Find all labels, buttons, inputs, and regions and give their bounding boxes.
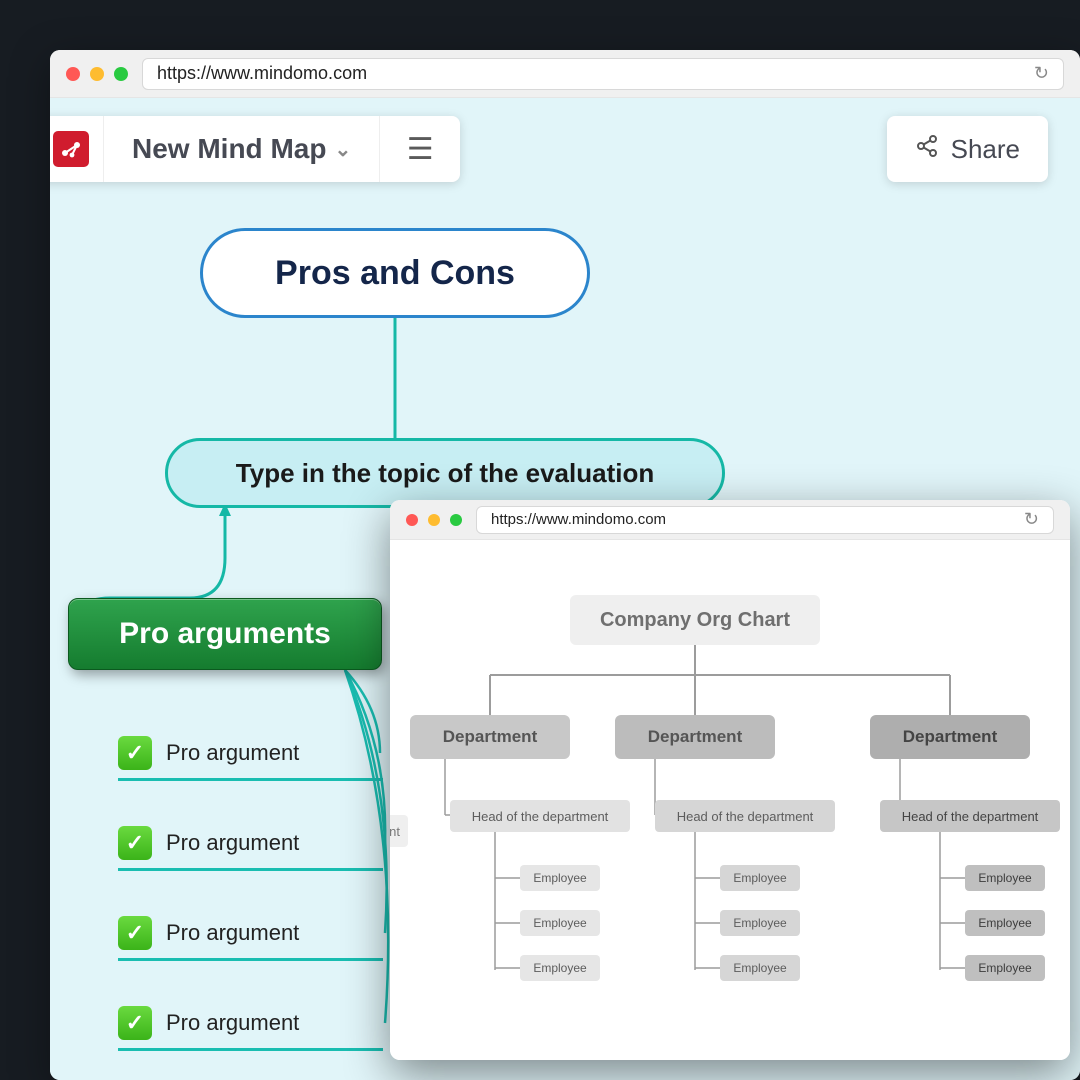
app-logo[interactable]: [50, 116, 104, 182]
employee-node[interactable]: Employee: [720, 910, 800, 936]
mindmap-root-node[interactable]: Pros and Cons: [200, 228, 590, 318]
menu-button[interactable]: ☰: [380, 116, 460, 182]
refresh-icon[interactable]: ↻: [1024, 509, 1039, 530]
pro-argument-text: Pro argument: [166, 1010, 299, 1036]
minimize-window-button[interactable]: [90, 67, 104, 81]
document-title: New Mind Map: [132, 133, 326, 165]
department-node[interactable]: Department: [615, 715, 775, 759]
share-button[interactable]: Share: [887, 116, 1048, 182]
minimize-window-button[interactable]: [428, 514, 440, 526]
pro-argument-item[interactable]: ✓ Pro argument: [118, 820, 383, 871]
employee-node[interactable]: Employee: [720, 865, 800, 891]
department-node[interactable]: Department: [410, 715, 570, 759]
department-node[interactable]: Department: [870, 715, 1030, 759]
pro-argument-item[interactable]: ✓ Pro argument: [118, 730, 383, 781]
check-icon: ✓: [118, 826, 152, 860]
orgchart-root-node[interactable]: Company Org Chart: [570, 595, 820, 645]
secondary-browser-chrome: https://www.mindomo.com ↻: [390, 500, 1070, 540]
traffic-lights: [406, 514, 462, 526]
employee-node[interactable]: Employee: [520, 910, 600, 936]
secondary-browser-window: https://www.mindomo.com ↻: [390, 500, 1070, 1060]
employee-node[interactable]: Employee: [520, 955, 600, 981]
head-of-department-node[interactable]: Head of the department: [655, 800, 835, 832]
share-icon: [915, 134, 939, 165]
address-bar[interactable]: https://www.mindomo.com ↻: [142, 58, 1064, 90]
maximize-window-button[interactable]: [450, 514, 462, 526]
head-of-department-node[interactable]: Head of the department: [450, 800, 630, 832]
employee-node[interactable]: Employee: [965, 865, 1045, 891]
pro-argument-text: Pro argument: [166, 740, 299, 766]
close-window-button[interactable]: [66, 67, 80, 81]
check-icon: ✓: [118, 736, 152, 770]
mindmap-topic-node[interactable]: Type in the topic of the evaluation: [165, 438, 725, 508]
employee-node[interactable]: Employee: [520, 865, 600, 891]
head-of-department-node[interactable]: Head of the department: [880, 800, 1060, 832]
check-icon: ✓: [118, 1006, 152, 1040]
app-toolbar: New Mind Map ⌄ ☰: [50, 116, 460, 182]
cropped-head-node: nt: [390, 815, 408, 847]
document-title-dropdown[interactable]: New Mind Map ⌄: [104, 116, 380, 182]
url-text: https://www.mindomo.com: [491, 511, 666, 528]
chevron-down-icon: ⌄: [334, 137, 351, 162]
pro-argument-text: Pro argument: [166, 920, 299, 946]
employee-node[interactable]: Employee: [720, 955, 800, 981]
pro-argument-text: Pro argument: [166, 830, 299, 856]
mindomo-logo-icon: [53, 131, 89, 167]
refresh-icon[interactable]: ↻: [1034, 63, 1049, 84]
check-icon: ✓: [118, 916, 152, 950]
url-text: https://www.mindomo.com: [157, 63, 367, 84]
orgchart-canvas[interactable]: Company Org Chart nt Department Head of …: [390, 540, 1070, 1060]
address-bar[interactable]: https://www.mindomo.com ↻: [476, 506, 1054, 534]
employee-node[interactable]: Employee: [965, 955, 1045, 981]
maximize-window-button[interactable]: [114, 67, 128, 81]
traffic-lights: [66, 67, 128, 81]
pro-argument-item[interactable]: ✓ Pro argument: [118, 1000, 383, 1051]
employee-node[interactable]: Employee: [965, 910, 1045, 936]
pro-arguments-node[interactable]: Pro arguments: [68, 598, 382, 670]
hamburger-icon: ☰: [407, 132, 434, 167]
close-window-button[interactable]: [406, 514, 418, 526]
pro-argument-item[interactable]: ✓ Pro argument: [118, 910, 383, 961]
main-browser-chrome: https://www.mindomo.com ↻: [50, 50, 1080, 98]
share-label: Share: [951, 134, 1020, 165]
